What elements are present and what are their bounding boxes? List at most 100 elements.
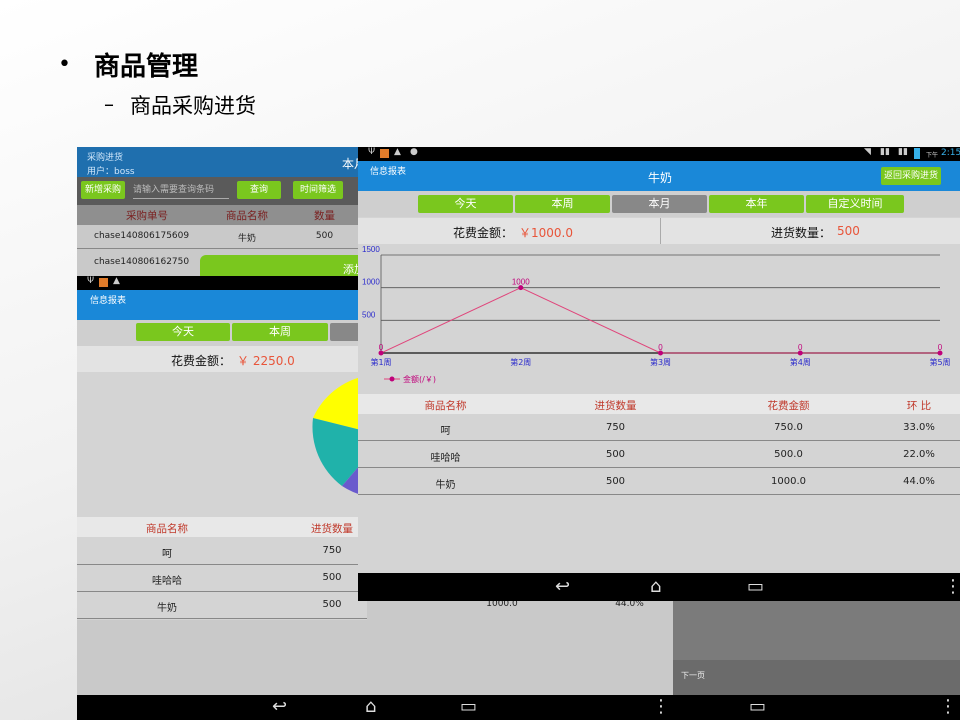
col-cost-amount: 花费金额 [767,400,810,412]
slide-title: 商品管理 [94,52,199,82]
back-to-purchase-button[interactable]: 返回采购进货 [881,167,941,185]
row-divider [77,564,367,565]
row-2-cost: 500.0 [774,449,803,460]
back-icon[interactable]: ↩ [555,578,570,596]
product-title: 牛奶 [648,171,673,185]
front-nav-bar: ↩ ⌂ ▭ ⋮ [358,573,960,601]
game-icon: ● [410,147,418,157]
row-divider [358,494,960,495]
app-icon [99,278,108,287]
y-tick-label: 1500 [362,245,380,254]
recents-icon-secondary[interactable]: ▭ [749,698,766,716]
qty-label: 进货数量： [771,226,832,240]
add-purchase-button[interactable]: 新增采购 [81,181,125,199]
col-quantity: 数量 [314,210,335,222]
row-divider [358,467,960,468]
menu-icon[interactable]: ⋮ [652,698,670,716]
row-divider [358,440,960,441]
row-2-qty: 500 [605,449,626,460]
pie-row-2-name: 哇哈哈 [152,576,182,587]
status-bar: Ψ ▲ ● ◥ ▮▮ ▮▮ 下午 2:15 [358,147,960,161]
pie-header: 信息报表 [77,290,367,320]
tab-custom-time[interactable]: 自定义时间 [806,195,904,213]
pie-status-bar: Ψ ▲ [77,276,367,290]
warning-icon: ▲ [113,276,120,286]
row-1-cost: 750.0 [774,422,803,433]
legend-label: 金额(/￥) [403,374,436,384]
usb-icon: Ψ [368,147,376,157]
summary-divider [660,218,661,244]
col-product-name: 商品名称 [424,400,467,412]
data-label: 0 [938,343,943,352]
x-tick-label: 第1周 [370,357,391,367]
back-icon[interactable]: ↩ [272,698,287,716]
menu-icon[interactable]: ⋮ [944,578,960,596]
time-filter-button[interactable]: 时间筛选 [293,181,343,199]
home-icon[interactable]: ⌂ [365,698,376,716]
search-input[interactable]: 请输入需要查询条码 [133,181,229,199]
x-tick-label: 第2周 [510,357,531,367]
pie-row-1-name: 呵 [162,549,172,560]
legend-marker [389,376,395,382]
x-tick-label: 第3周 [650,357,671,367]
pie-total-value: ￥ 2250.0 [237,354,295,368]
tab-today[interactable]: 今天 [136,323,230,341]
data-label: 1000 [512,278,530,287]
signal-icon: ▮▮ [880,147,890,157]
pie-row-2-qty: 500 [322,572,342,583]
recents-icon[interactable]: ▭ [460,698,477,716]
status-time: 2:15 [941,148,960,158]
report-header: 信息报表 牛奶 返回采购进货 [358,161,960,191]
col-product-name: 商品名称 [226,210,268,222]
row-2-name: 哇哈哈 [430,453,461,464]
tab-month[interactable]: 本月 [612,195,707,213]
usb-icon: Ψ [87,276,95,286]
back-nav-bar: ↩ ⌂ ▭ ⋮ ▭ ⋮ [77,695,960,720]
row-3-name: 牛奶 [435,480,456,491]
tab-today[interactable]: 今天 [418,195,513,213]
tab-week[interactable]: 本周 [515,195,610,213]
x-tick-label: 第5周 [929,357,950,367]
cost-value: ￥1000.0 [519,226,573,240]
pie-row-3-qty: 500 [322,599,342,610]
next-page-link[interactable]: 下一页 [681,670,705,681]
home-icon[interactable]: ⌂ [650,578,661,596]
app-icon [380,149,389,158]
report-line-screen: Ψ ▲ ● ◥ ▮▮ ▮▮ 下午 2:15 信息报表 牛奶 返回采购进货 今天 … [358,147,960,601]
line-chart: 1500 1000 500 第1周 第2周 第3周 第4周 第5周 0 1000 0 0 0 金额(/￥) [362,245,951,384]
order-number-1[interactable]: chase140806175609 [82,231,192,241]
pie-header-title: 信息报表 [90,296,127,306]
data-label: 0 [798,343,803,352]
report-section-label: 信息报表 [370,167,407,177]
quantity-1: 500 [315,231,334,241]
row-2-ratio: 22.0% [903,449,935,460]
data-label: 0 [658,343,663,352]
battery-icon [914,148,920,159]
menu-icon-secondary[interactable]: ⋮ [939,698,957,716]
row-3-qty: 500 [605,476,626,487]
summary-row [358,218,960,244]
recents-icon[interactable]: ▭ [747,578,764,596]
row-divider [77,591,367,592]
row-1-ratio: 33.0% [903,422,935,433]
y-tick-label: 500 [362,310,376,319]
y-tick-label: 1000 [362,278,380,287]
order-number-2[interactable]: chase140806162750 [82,257,192,267]
tab-year[interactable]: 本年 [709,195,804,213]
query-button[interactable]: 查询 [237,181,281,199]
report-pie-screen: Ψ ▲ 信息报表 今天 本周 花费金额： ￥ 2250.0 商品名称 进货数量 … [77,276,367,620]
pie-row-3-name: 牛奶 [157,603,177,614]
col-purchase-qty: 进货数量 [594,400,637,412]
purchase-header-user: 用户：boss [87,167,135,177]
row-1-name: 呵 [440,426,451,437]
pie-col-product: 商品名称 [146,523,188,535]
bullet-point: • [58,52,71,77]
tab-week[interactable]: 本周 [232,323,328,341]
pie-total-label: 花费金额： [171,354,232,368]
cost-label: 花费金额： [453,226,514,240]
purchase-header-title: 采购进货 [87,153,124,163]
x-tick-label: 第4周 [790,357,811,367]
row-3-ratio: 44.0% [903,476,935,487]
data-label: 0 [379,343,384,352]
sub-bullet-dash: – [104,92,114,116]
